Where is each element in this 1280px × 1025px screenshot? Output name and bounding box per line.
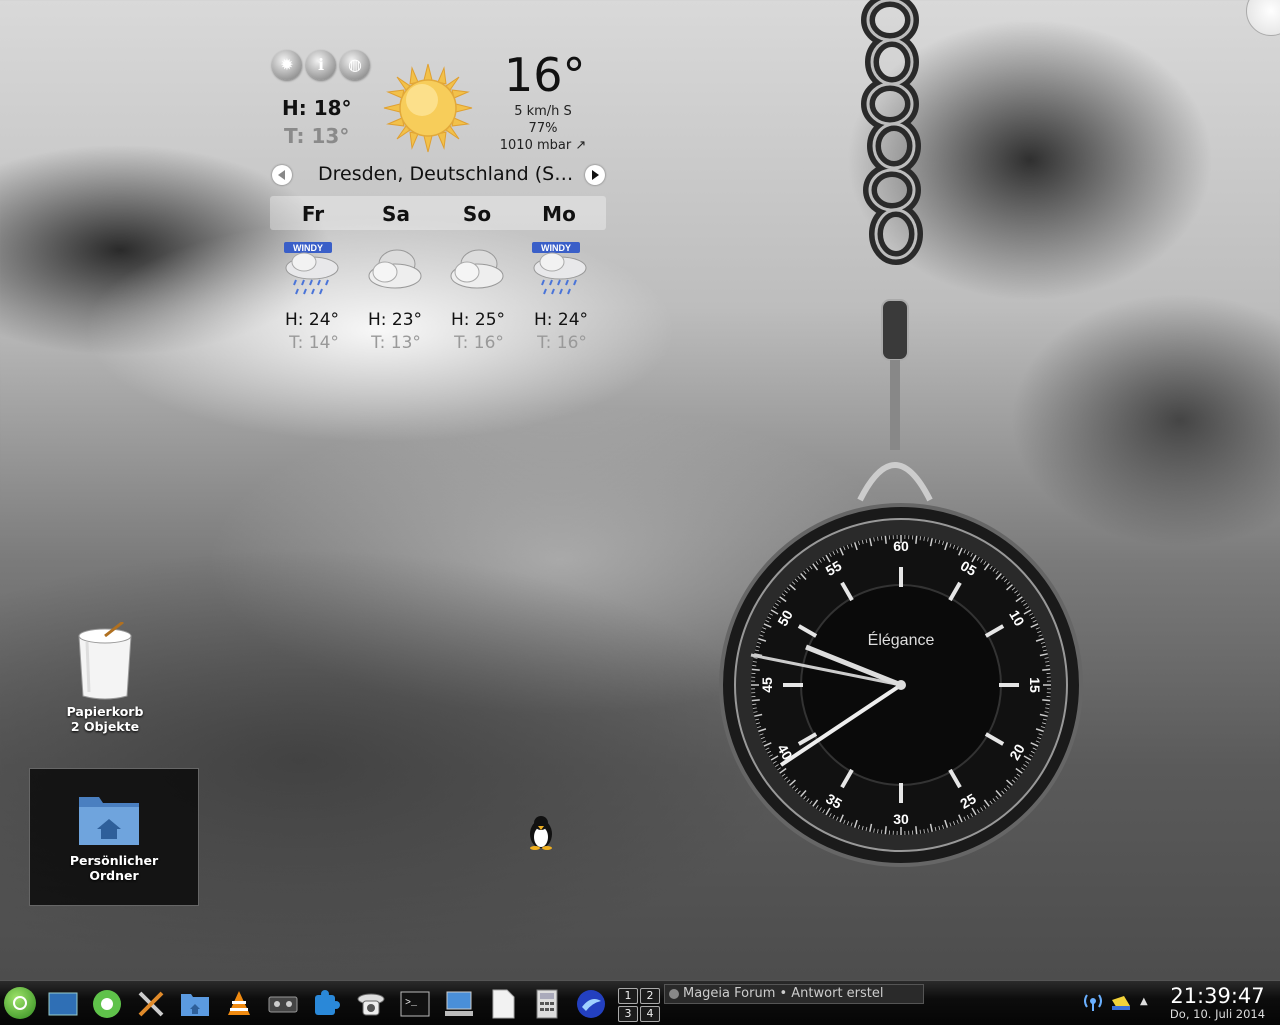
forecast-high: H: 23° [359, 310, 431, 330]
watch-chain-icon [820, 0, 960, 520]
globe-icon[interactable]: ◍ [340, 50, 370, 80]
application-launcher-button[interactable] [4, 987, 36, 1019]
dial-tick [916, 536, 917, 544]
seamonkey-icon[interactable] [576, 989, 606, 1019]
dial-tick [885, 536, 886, 544]
dial-tick [920, 830, 921, 834]
dial-tick [885, 826, 886, 834]
home-folder-icon [77, 791, 141, 847]
dial-tick [916, 826, 917, 834]
computer-icon[interactable] [444, 989, 474, 1019]
desktop-toolbox-button[interactable] [1246, 0, 1280, 36]
document-icon[interactable] [488, 989, 518, 1019]
taskbar-task-button[interactable]: Mageia Forum • Antwort erstel [664, 984, 924, 1004]
svg-text:>_: >_ [405, 998, 418, 1009]
trash-count: 2 Objekte [55, 719, 155, 734]
file-manager-icon[interactable] [180, 989, 210, 1019]
trash-label: Papierkorb [55, 704, 155, 719]
dial-tick [881, 830, 882, 834]
dial-number: 60 [893, 538, 909, 554]
mageia-control-center-icon[interactable] [92, 989, 122, 1019]
forecast-high: H: 25° [442, 310, 514, 330]
network-icon[interactable] [1082, 990, 1104, 1012]
forecast-day: Fr [277, 202, 349, 226]
home-folder-desktop-icon[interactable]: Persönlicher Ordner [29, 768, 199, 906]
sun-icon [382, 62, 474, 154]
task-title: Mageia Forum • Antwort erstel [683, 986, 884, 1001]
forecast-high: H: 24° [525, 310, 597, 330]
weather-widget: ✹ i ◍ H: 18° T: 13° 16° 5 km/h S 77% 101… [268, 44, 608, 364]
forecast-low: T: 14° [278, 333, 350, 353]
show-desktop-icon[interactable] [48, 989, 78, 1019]
desktop-pager-3[interactable]: 3 [618, 1006, 638, 1022]
penguin-cursor-icon [524, 814, 558, 850]
forecast-day: Mo [523, 202, 595, 226]
info-icon[interactable]: i [306, 50, 336, 80]
forecast-low: T: 16° [443, 333, 515, 353]
forecast-day: Sa [360, 202, 432, 226]
analog-clock-widget[interactable]: 60 05 10 15 20 25 30 35 40 45 50 55 Élég… [716, 500, 1086, 870]
cloudy-icon [365, 240, 425, 302]
window-app-icon [668, 988, 680, 1000]
dial-number: 15 [1027, 677, 1043, 693]
desktop-pager-2[interactable]: 2 [640, 988, 660, 1004]
rain-windy-icon: WINDY [530, 240, 590, 302]
trash-icon [73, 622, 137, 700]
dial-tick [1042, 669, 1050, 670]
wind-speed: 5 km/h S [488, 104, 598, 119]
mageia-launcher-icon [4, 987, 36, 1019]
windy-badge: WINDY [293, 243, 323, 253]
rain-windy-icon: WINDY [282, 240, 342, 302]
clock-brand: Élégance [868, 630, 935, 649]
forecast-day: So [441, 202, 513, 226]
dial-tick [752, 704, 756, 705]
home-folder-label-1: Persönlicher [30, 853, 198, 868]
humidity: 77% [488, 121, 598, 136]
dial-tick [752, 669, 760, 670]
today-low: T: 13° [284, 124, 349, 148]
forecast-low: T: 13° [360, 333, 432, 353]
klipper-clipboard-icon[interactable] [1110, 992, 1132, 1012]
audio-tape-icon[interactable] [268, 989, 298, 1019]
dial-tick [752, 665, 756, 666]
system-settings-icon[interactable] [136, 989, 166, 1019]
dial-number: 45 [759, 677, 775, 693]
current-temperature: 16° [504, 48, 586, 102]
previous-location-button[interactable] [272, 165, 292, 185]
system-tray-expand-icon[interactable]: ▲ [1140, 996, 1148, 1007]
today-high: H: 18° [282, 96, 352, 120]
dial-tick [1046, 704, 1050, 705]
taskbar-clock-date[interactable]: Do, 10. Juli 2014 [1160, 1007, 1275, 1021]
cloudy-icon [447, 240, 507, 302]
weather-condition-button[interactable]: ✹ [272, 50, 302, 80]
desktop-pager-4[interactable]: 4 [640, 1006, 660, 1022]
dial-tick [752, 700, 760, 701]
dial-tick [1042, 700, 1050, 701]
next-location-button[interactable] [585, 165, 605, 185]
home-folder-label-2: Ordner [30, 868, 198, 883]
forecast-high: H: 24° [276, 310, 348, 330]
chevron-right-icon [585, 165, 605, 185]
terminal-icon[interactable]: >_ [400, 989, 430, 1019]
forecast-low: T: 16° [526, 333, 598, 353]
dial-tick [920, 536, 921, 540]
dial-tick [881, 536, 882, 540]
dial-tick [1046, 665, 1050, 666]
location-name: Dresden, Deutschland (S… [318, 163, 573, 185]
desktop-pager-1[interactable]: 1 [618, 988, 638, 1004]
windy-badge: WINDY [541, 243, 571, 253]
telephone-icon[interactable] [356, 989, 386, 1019]
trash-desktop-icon[interactable]: Papierkorb 2 Objekte [55, 622, 155, 734]
taskbar-clock-time[interactable]: 21:39:47 [1160, 984, 1275, 1008]
dial-number: 30 [893, 811, 909, 827]
puzzle-package-icon[interactable] [312, 989, 342, 1019]
pressure: 1010 mbar ↗ [488, 138, 598, 153]
chevron-left-icon [272, 165, 292, 185]
vlc-icon[interactable] [224, 989, 254, 1019]
calculator-icon[interactable] [532, 989, 562, 1019]
